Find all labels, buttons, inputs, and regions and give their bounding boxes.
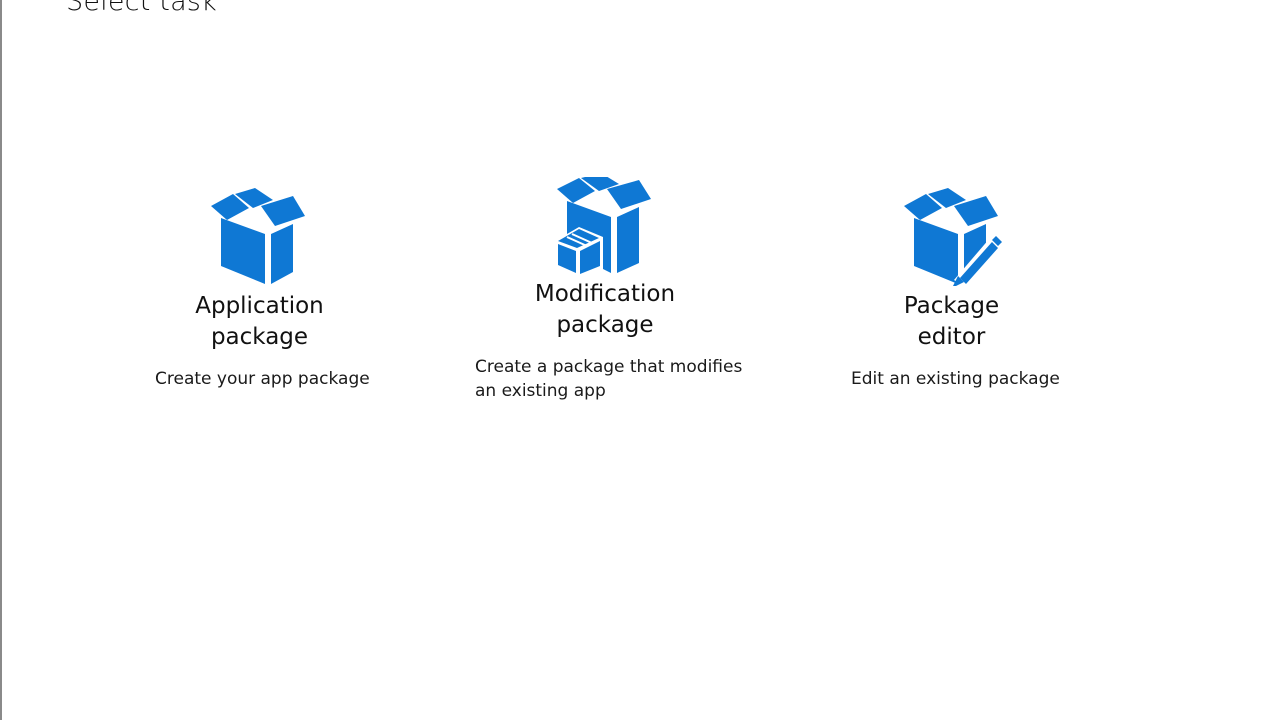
task-modification-package[interactable]: Modification package Create a package th… [464,170,764,410]
task-description: Edit an existing package [851,369,1060,389]
task-name: Application package [195,293,324,350]
task-application-package[interactable]: Application package Create your app pack… [142,180,382,400]
package-edit-icon [904,188,1002,286]
package-box-icon [211,188,305,284]
app-window: Select task Application package Create y… [0,0,1280,720]
task-description: Create your app package [155,369,370,389]
task-name: Package editor [903,293,1000,350]
package-modification-icon [555,177,651,275]
task-description: Create a package that modifies an existi… [475,357,743,401]
page-title: Select task [66,0,217,17]
task-name: Modification package [534,281,676,338]
task-package-editor[interactable]: Package editor Edit an existing package [840,180,1080,400]
